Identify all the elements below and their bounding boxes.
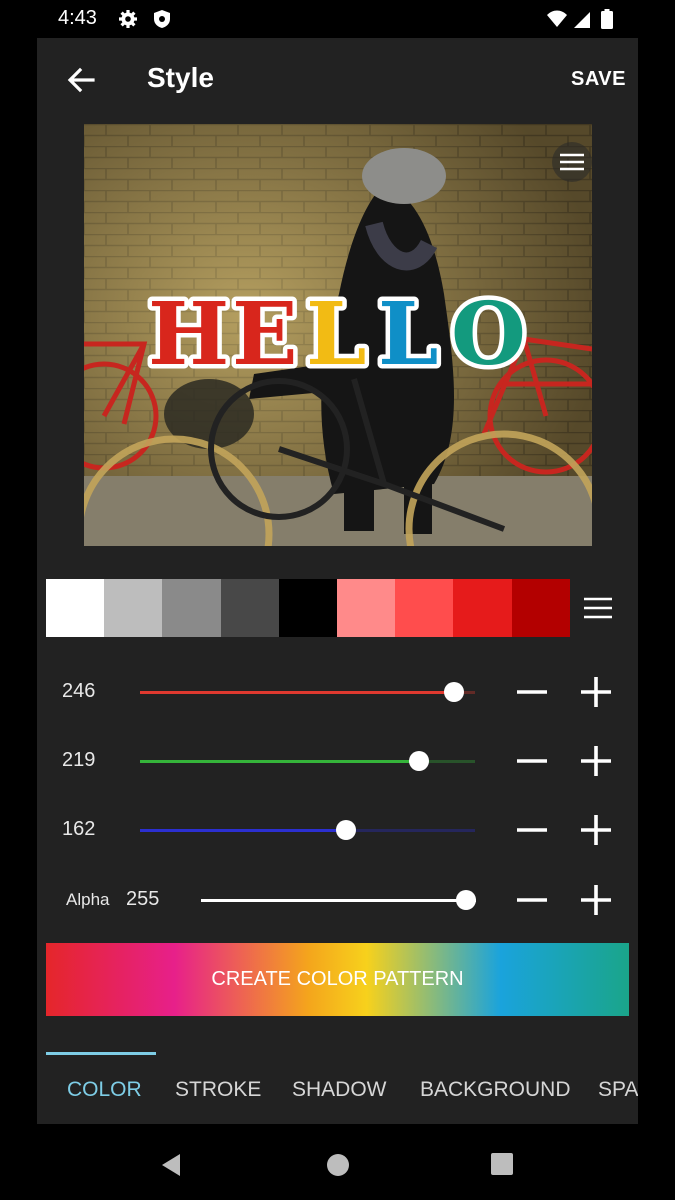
- hello-text-overlay[interactable]: H E L L O: [146, 292, 536, 378]
- color-swatch[interactable]: [220, 579, 279, 637]
- page-title: Style: [147, 62, 214, 93]
- style-tabs: COLOR STROKE SHADOW BACKGROUND SPACING: [37, 1050, 638, 1124]
- tab-shadow[interactable]: SHADOW: [292, 1078, 387, 1102]
- slider-thumb[interactable]: [443, 682, 464, 702]
- preview-menu-button[interactable]: [552, 142, 592, 182]
- slider-label: Alpha: [66, 890, 110, 909]
- slider-track[interactable]: [140, 691, 475, 694]
- nav-back-icon[interactable]: [160, 1153, 182, 1177]
- slider-thumb[interactable]: [336, 820, 357, 840]
- slider-value: 246: [62, 680, 96, 702]
- color-swatch[interactable]: [511, 579, 570, 637]
- slider-track[interactable]: [201, 899, 476, 902]
- color-swatch[interactable]: [46, 579, 105, 637]
- nav-recents-icon[interactable]: [491, 1153, 513, 1175]
- save-button[interactable]: SAVE: [571, 68, 626, 91]
- overlay-letter: H: [148, 292, 229, 378]
- decrease-icon[interactable]: [514, 882, 550, 918]
- increase-icon[interactable]: [578, 743, 614, 779]
- tab-background[interactable]: BACKGROUND: [420, 1078, 571, 1102]
- photo-preview[interactable]: H E L L O: [84, 124, 592, 546]
- active-tab-indicator: [46, 1052, 156, 1055]
- battery-icon: [601, 9, 613, 29]
- color-swatch[interactable]: [336, 579, 396, 637]
- decrease-icon[interactable]: [514, 674, 550, 710]
- status-bar: 4:43: [0, 0, 675, 38]
- overlay-letter: L: [306, 292, 366, 378]
- slider-thumb[interactable]: [456, 890, 476, 910]
- slider-track[interactable]: [140, 829, 475, 832]
- wifi-icon: [547, 10, 567, 27]
- increase-icon[interactable]: [578, 674, 614, 710]
- palette-menu-icon[interactable]: [581, 594, 615, 622]
- nav-home-icon[interactable]: [326, 1153, 350, 1177]
- create-color-pattern-button[interactable]: CREATE COLOR PATTERN: [46, 943, 629, 1016]
- color-swatch[interactable]: [278, 579, 337, 637]
- hamburger-menu-icon: [560, 153, 584, 171]
- overlay-letter: O: [451, 292, 526, 378]
- decrease-icon[interactable]: [514, 743, 550, 779]
- navigation-bar: [0, 1124, 675, 1200]
- tab-stroke[interactable]: STROKE: [175, 1078, 261, 1102]
- status-time: 4:43: [58, 7, 97, 29]
- tab-spacing[interactable]: SPACING: [598, 1078, 638, 1102]
- increase-icon[interactable]: [578, 812, 614, 848]
- slider-value: 219: [62, 749, 96, 771]
- color-swatch[interactable]: [162, 579, 221, 637]
- color-palette: [46, 579, 570, 637]
- color-swatch[interactable]: [395, 579, 454, 637]
- overlay-letter: L: [378, 292, 438, 378]
- slider-value: 255: [126, 888, 160, 910]
- color-swatch[interactable]: [104, 579, 163, 637]
- slider-value: 162: [62, 818, 96, 840]
- back-arrow-icon[interactable]: [65, 64, 97, 96]
- overlay-letter: E: [232, 292, 298, 378]
- tab-color[interactable]: COLOR: [67, 1078, 142, 1102]
- color-swatch[interactable]: [453, 579, 512, 637]
- increase-icon[interactable]: [578, 882, 614, 918]
- slider-thumb[interactable]: [409, 751, 430, 771]
- signal-icon: [574, 12, 590, 28]
- style-screen: Style SAVE H E L L O 246 219 162 Alpha 2…: [37, 38, 638, 1124]
- shield-icon: [154, 10, 170, 28]
- gear-icon: [119, 10, 137, 28]
- decrease-icon[interactable]: [514, 812, 550, 848]
